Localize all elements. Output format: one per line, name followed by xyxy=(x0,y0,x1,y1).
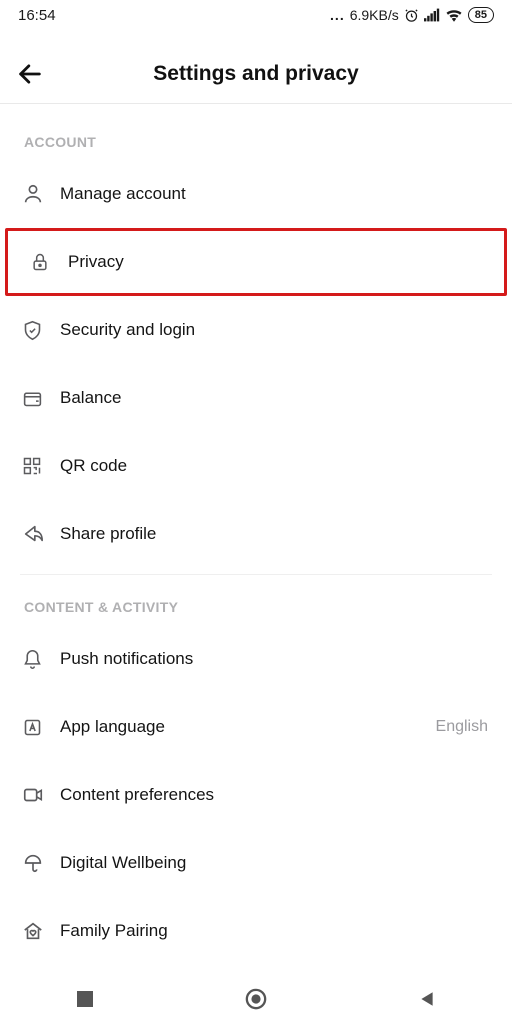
video-icon xyxy=(16,784,60,806)
row-label: QR code xyxy=(60,456,127,476)
person-icon xyxy=(16,183,60,205)
square-icon xyxy=(77,991,93,1007)
row-app-language[interactable]: App language English xyxy=(0,693,512,761)
home-heart-icon xyxy=(16,920,60,942)
row-label: Share profile xyxy=(60,524,156,544)
row-label: Privacy xyxy=(68,252,124,272)
row-share-profile[interactable]: Share profile xyxy=(0,500,512,568)
status-right: ... 6.9KB/s 85 xyxy=(330,7,494,23)
alarm-icon xyxy=(404,8,419,23)
wifi-icon xyxy=(445,8,463,22)
row-qr-code[interactable]: QR code xyxy=(0,432,512,500)
row-family-pairing[interactable]: Family Pairing xyxy=(0,897,512,965)
row-label: Security and login xyxy=(60,320,195,340)
settings-list: ACCOUNT Manage account Privacy Security … xyxy=(0,110,512,974)
row-label: Manage account xyxy=(60,184,186,204)
row-label: Balance xyxy=(60,388,121,408)
shield-icon xyxy=(16,320,60,341)
lock-icon xyxy=(24,252,68,272)
status-net-speed: 6.9KB/s xyxy=(350,7,399,23)
row-digital-wellbeing[interactable]: Digital Wellbeing xyxy=(0,829,512,897)
triangle-left-icon xyxy=(418,990,436,1008)
app-header: Settings and privacy xyxy=(0,46,512,102)
row-label: App language xyxy=(60,717,165,737)
language-icon xyxy=(16,717,60,738)
wallet-icon xyxy=(16,388,60,409)
status-time: 16:54 xyxy=(18,7,56,24)
row-value: English xyxy=(436,718,496,736)
share-icon xyxy=(16,523,60,545)
row-privacy[interactable]: Privacy xyxy=(5,228,507,296)
section-label-account: ACCOUNT xyxy=(0,110,512,160)
row-content-preferences[interactable]: Content preferences xyxy=(0,761,512,829)
row-security[interactable]: Security and login xyxy=(0,296,512,364)
row-label: Digital Wellbeing xyxy=(60,853,186,873)
row-manage-account[interactable]: Manage account xyxy=(0,160,512,228)
row-push-notifications[interactable]: Push notifications xyxy=(0,625,512,693)
battery-icon: 85 xyxy=(468,7,494,23)
signal-icon xyxy=(424,8,440,22)
bell-icon xyxy=(16,649,60,670)
row-label: Push notifications xyxy=(60,649,193,669)
row-label: Content preferences xyxy=(60,785,214,805)
nav-back-button[interactable] xyxy=(387,990,467,1008)
section-label-content: CONTENT & ACTIVITY xyxy=(0,575,512,625)
nav-home-button[interactable] xyxy=(216,988,296,1010)
page-title: Settings and privacy xyxy=(0,62,512,86)
header-divider xyxy=(0,103,512,104)
status-bar: 16:54 ... 6.9KB/s 85 xyxy=(0,0,512,30)
nav-recent-button[interactable] xyxy=(45,991,125,1007)
qr-icon xyxy=(16,456,60,476)
row-balance[interactable]: Balance xyxy=(0,364,512,432)
umbrella-icon xyxy=(16,852,60,874)
android-nav-bar xyxy=(0,974,512,1024)
circle-icon xyxy=(245,988,267,1010)
row-label: Family Pairing xyxy=(60,921,168,941)
